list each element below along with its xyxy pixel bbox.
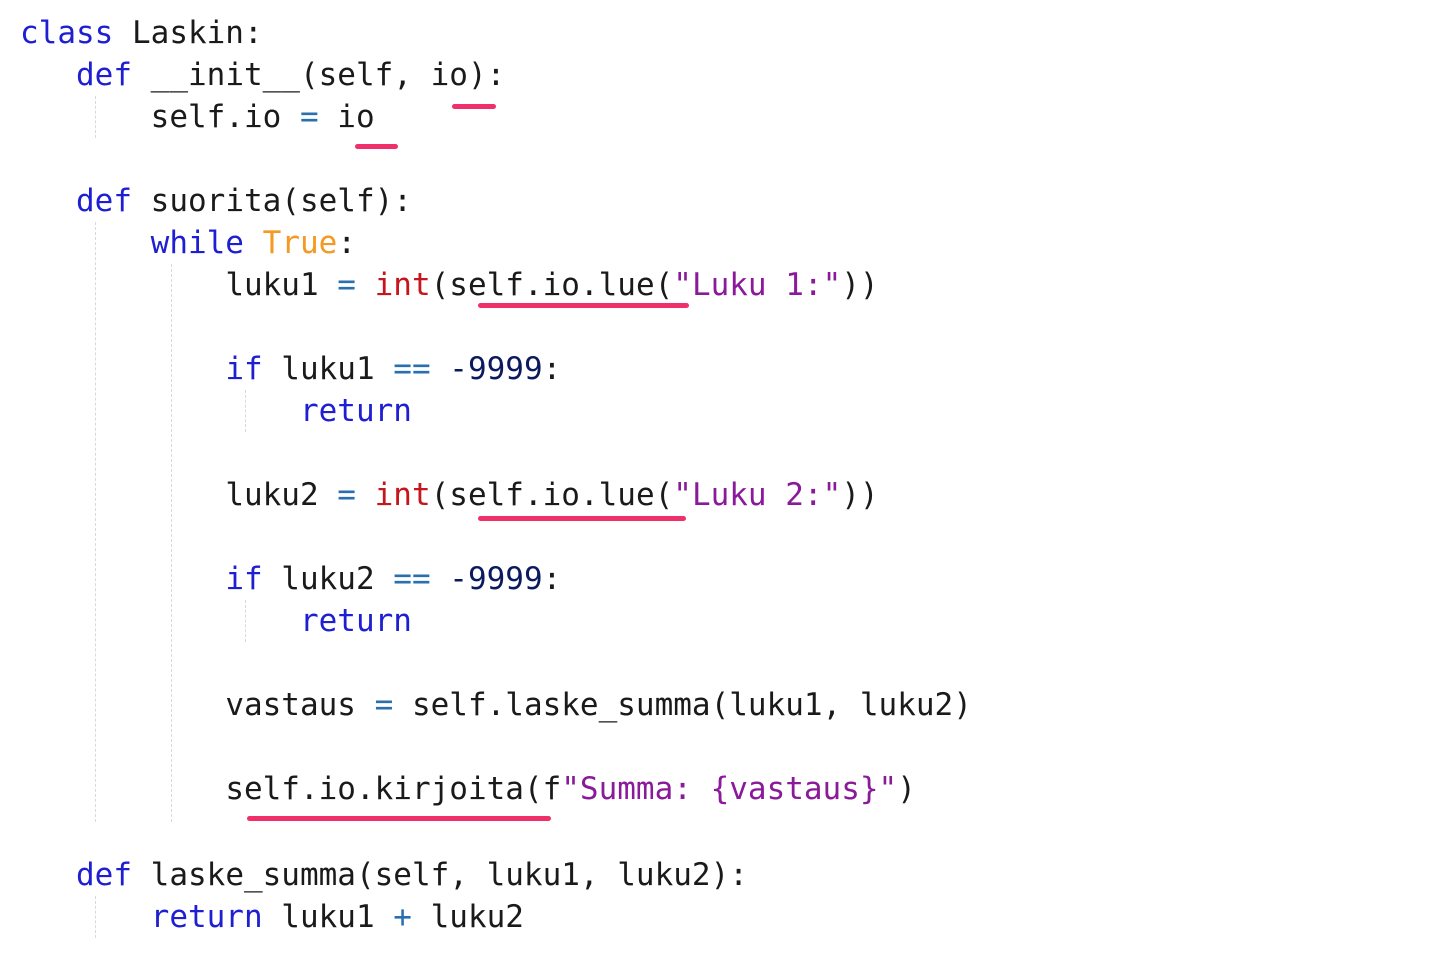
keyword: return (150, 899, 263, 935)
code-line-14: if luku2 == -9999: (20, 558, 561, 600)
string-literal: "Summa: {vastaus}" (561, 771, 898, 807)
code-line-17: vastaus = self.laske_summa(luku1, luku2) (20, 684, 972, 726)
code-line-6: while True: (20, 222, 356, 264)
code-text: luku2 (411, 899, 524, 935)
code-line-12: luku2 = int(self.io.lue("Luku 2:")) (20, 474, 879, 516)
code-line-9: if luku1 == -9999: (20, 348, 561, 390)
code-text: luku2 (262, 561, 394, 597)
operator: = (299, 99, 319, 135)
code-text: self.io.kirjoita(f (225, 771, 562, 807)
constant: True (262, 225, 338, 261)
operator: == (393, 351, 431, 387)
code-line-3: self.io = io (20, 96, 375, 138)
operator: == (393, 561, 431, 597)
code-line-7: luku1 = int(self.io.lue("Luku 1:")) (20, 264, 879, 306)
keyword: while (150, 225, 244, 261)
code-editor[interactable]: class Laskin: def __init__(self, io): se… (0, 0, 1430, 958)
code-text: Laskin: (113, 15, 263, 51)
indent-guide (95, 222, 96, 822)
code-line-2: def __init__(self, io): (20, 54, 505, 96)
number-literal: -9999 (449, 351, 543, 387)
code-text: )) (841, 477, 879, 513)
keyword: if (225, 561, 263, 597)
code-text: )) (841, 267, 879, 303)
string-literal: "Luku 1:" (673, 267, 842, 303)
code-line-10: return (20, 390, 412, 432)
code-line-22: return luku1 + luku2 (20, 896, 524, 938)
code-line-5: def suorita(self): (20, 180, 412, 222)
code-line-21: def laske_summa(self, luku1, luku2): (20, 854, 748, 896)
highlight-underline (478, 516, 686, 521)
operator: = (374, 687, 394, 723)
string-literal: "Luku 2:" (673, 477, 842, 513)
code-text: : (337, 225, 356, 261)
operator: = (337, 267, 356, 303)
code-line-19: self.io.kirjoita(f"Summa: {vastaus}") (20, 768, 916, 810)
keyword: def (76, 857, 132, 893)
builtin: int (374, 267, 431, 303)
number-literal: -9999 (449, 561, 543, 597)
operator: = (337, 477, 356, 513)
keyword: if (225, 351, 263, 387)
code-text: (self.io.lue( (430, 267, 674, 303)
highlight-underline (478, 303, 689, 308)
code-text: vastaus (225, 687, 375, 723)
code-text: luku1 (262, 351, 394, 387)
code-text: self.laske_summa(luku1, luku2) (393, 687, 972, 723)
code-text: io (318, 99, 375, 135)
keyword: return (299, 393, 412, 429)
code-text: luku2 (225, 477, 338, 513)
keyword: return (299, 603, 412, 639)
code-text: suorita(self): (132, 183, 412, 219)
code-text: laske_summa(self, luku1, luku2): (132, 857, 748, 893)
code-text: __init__(self, io): (132, 57, 506, 93)
operator: + (393, 899, 412, 935)
highlight-underline (247, 816, 551, 821)
highlight-underline (452, 104, 496, 109)
highlight-underline (355, 144, 398, 149)
builtin: int (374, 477, 431, 513)
keyword: class (20, 15, 114, 51)
keyword: def (76, 183, 132, 219)
code-text: : (542, 561, 562, 597)
code-line-15: return (20, 600, 412, 642)
code-line-1: class Laskin: (20, 12, 263, 54)
code-text: : (542, 351, 562, 387)
code-text: ) (897, 771, 916, 807)
code-text: (self.io.lue( (430, 477, 674, 513)
code-text: luku1 (225, 267, 338, 303)
code-text: luku1 (262, 899, 394, 935)
keyword: def (76, 57, 132, 93)
code-text: self.io (150, 99, 300, 135)
